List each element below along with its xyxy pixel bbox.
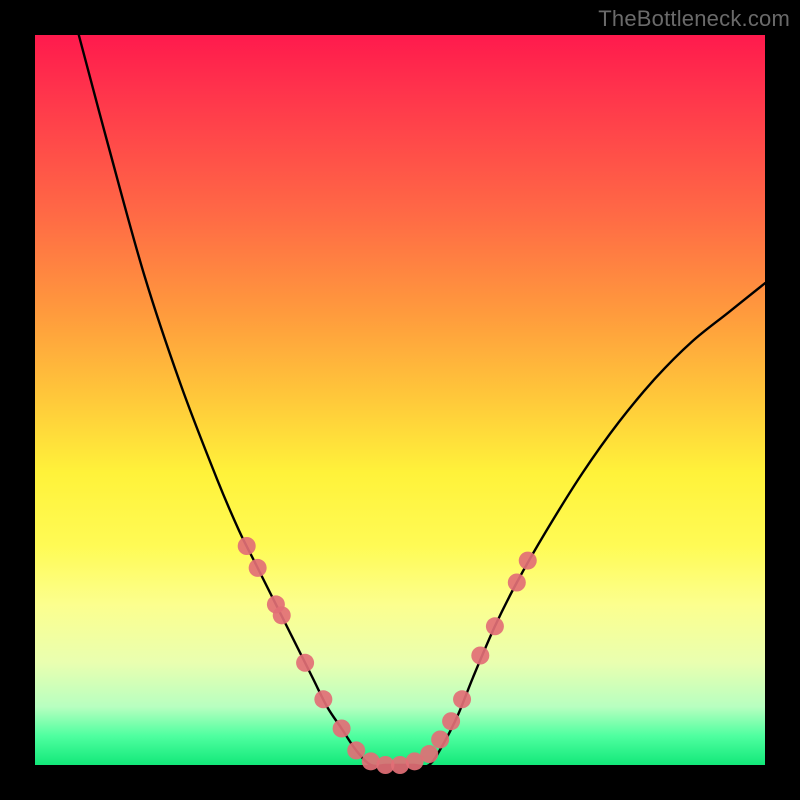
bead — [273, 606, 291, 624]
bottleneck-curve — [35, 35, 765, 765]
bead — [296, 654, 314, 672]
outer-frame: TheBottleneck.com — [0, 0, 800, 800]
bead — [508, 574, 526, 592]
bead — [249, 559, 267, 577]
bead — [431, 730, 449, 748]
bead — [333, 720, 351, 738]
bead — [442, 712, 460, 730]
bead — [314, 690, 332, 708]
bead — [486, 617, 504, 635]
bead-group — [238, 537, 537, 774]
bead — [453, 690, 471, 708]
bead — [238, 537, 256, 555]
bead — [420, 745, 438, 763]
plot-area — [35, 35, 765, 765]
bead — [471, 647, 489, 665]
curve-path — [79, 35, 765, 767]
watermark-text: TheBottleneck.com — [598, 6, 790, 32]
bead — [347, 741, 365, 759]
bead — [519, 552, 537, 570]
